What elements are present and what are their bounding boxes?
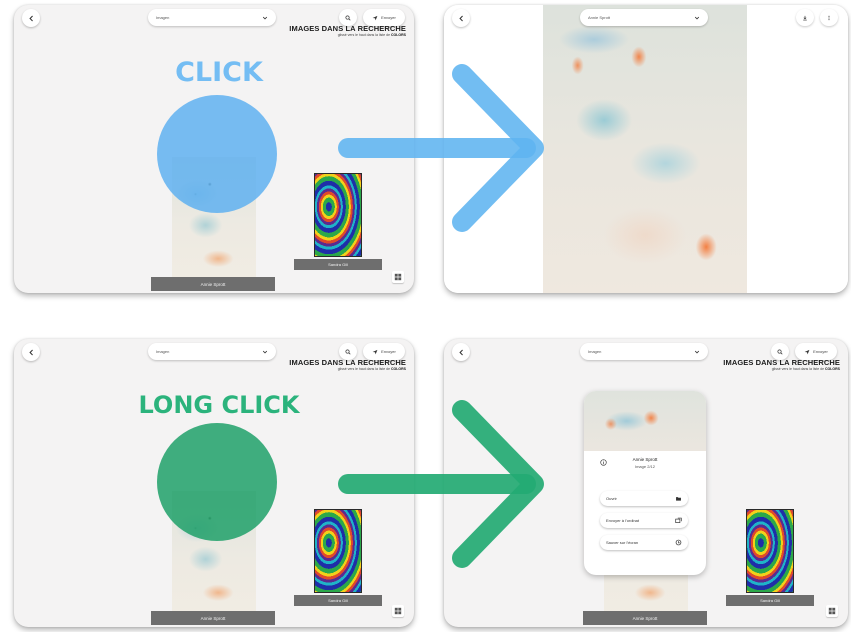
sheet-subtitle: Image 2/12 [634, 464, 655, 469]
share-icon [372, 15, 378, 20]
page-subtitle: glissé vers le haut dans la liste de COL… [771, 366, 840, 371]
search-icon [345, 14, 351, 21]
open-button[interactable]: Ouvrir [600, 491, 688, 506]
page-heading: IMAGES DANS LA RECHERCHE glissé vers le … [289, 359, 406, 371]
download-button[interactable] [796, 9, 814, 26]
search-icon [777, 348, 783, 355]
chevron-left-icon [458, 349, 463, 355]
open-label: Ouvrir [606, 496, 617, 501]
open-icon [676, 497, 681, 501]
click-label: CLICK [175, 57, 263, 88]
artwork-caption: Annie Sprott [151, 611, 275, 625]
search-icon [345, 348, 351, 355]
long-click-arrow-icon [338, 400, 544, 568]
long-press-indicator [157, 423, 277, 541]
page-subtitle: glissé vers le haut dans la liste de COL… [337, 366, 406, 371]
page-title: IMAGES DANS LA RECHERCHE [289, 24, 406, 33]
chevron-down-icon [262, 350, 268, 353]
grid-icon [394, 607, 402, 615]
back-button[interactable] [452, 9, 470, 27]
artwork-caption: Annie Sprott [583, 611, 707, 625]
search-input[interactable]: Imagen [580, 343, 708, 360]
search-value: Imagen [156, 15, 170, 20]
send-label: Envoyer à l'ordinat [606, 518, 640, 523]
share-label: Envoyer [813, 349, 828, 354]
chevron-down-icon [694, 16, 700, 19]
more-button[interactable] [820, 9, 838, 26]
share-icon [804, 349, 810, 354]
swirl-artwork-caption: Sandra Gill [726, 595, 814, 606]
search-value: Imagen [156, 349, 170, 354]
back-button[interactable] [22, 9, 40, 27]
back-button[interactable] [22, 343, 40, 361]
share-label: Envoyer [381, 15, 396, 20]
search-input[interactable]: Annie Sprott [580, 9, 708, 26]
search-value: Annie Sprott [588, 15, 611, 20]
save-icon [675, 539, 682, 546]
grid-button[interactable] [392, 605, 404, 617]
artwork-caption: Annie Sprott [151, 277, 275, 291]
save-button[interactable]: Sauver sur l'écran [600, 535, 688, 550]
swirl-artwork-caption: Sandra Gill [294, 595, 382, 606]
chevron-left-icon [28, 15, 33, 21]
chevron-left-icon [28, 349, 33, 355]
page-title: IMAGES DANS LA RECHERCHE [289, 358, 406, 367]
context-sheet: Annie Sprott Image 2/12 Ouvrir Envoyer à… [584, 391, 706, 575]
click-arrow-icon [338, 64, 544, 232]
save-label: Sauver sur l'écran [606, 540, 639, 545]
download-icon [803, 15, 807, 20]
page-title: IMAGES DANS LA RECHERCHE [723, 358, 840, 367]
chevron-down-icon [262, 16, 268, 19]
sheet-title: Annie Sprott [632, 457, 658, 462]
share-icon [372, 349, 378, 354]
page-subtitle: glissé vers le haut dans la liste de COL… [337, 32, 406, 37]
fullscreen-artwork[interactable] [543, 5, 747, 293]
long-click-label: LONG CLICK [138, 391, 300, 419]
swirl-artwork-caption: Sandra Gill [294, 259, 382, 270]
page-heading: IMAGES DANS LA RECHERCHE glissé vers le … [723, 359, 840, 371]
search-input[interactable]: Imagen [148, 343, 276, 360]
viewer-margin-right [747, 5, 848, 293]
search-input[interactable]: Imagen [148, 9, 276, 26]
grid-icon [394, 273, 402, 281]
grid-icon [828, 607, 836, 615]
sheet-artwork-preview [584, 391, 706, 451]
share-label: Envoyer [381, 349, 396, 354]
page-heading: IMAGES DANS LA RECHERCHE glissé vers le … [289, 25, 406, 37]
chevron-left-icon [458, 15, 463, 21]
send-button[interactable]: Envoyer à l'ordinat [600, 513, 688, 528]
grid-button[interactable] [392, 271, 404, 283]
chevron-down-icon [694, 350, 700, 353]
send-icon [675, 517, 682, 523]
search-value: Imagen [588, 349, 602, 354]
back-button[interactable] [452, 343, 470, 361]
swirl-artwork-thumbnail[interactable] [746, 509, 794, 593]
grid-button[interactable] [826, 605, 838, 617]
more-icon [828, 15, 830, 20]
tap-indicator [157, 95, 277, 213]
